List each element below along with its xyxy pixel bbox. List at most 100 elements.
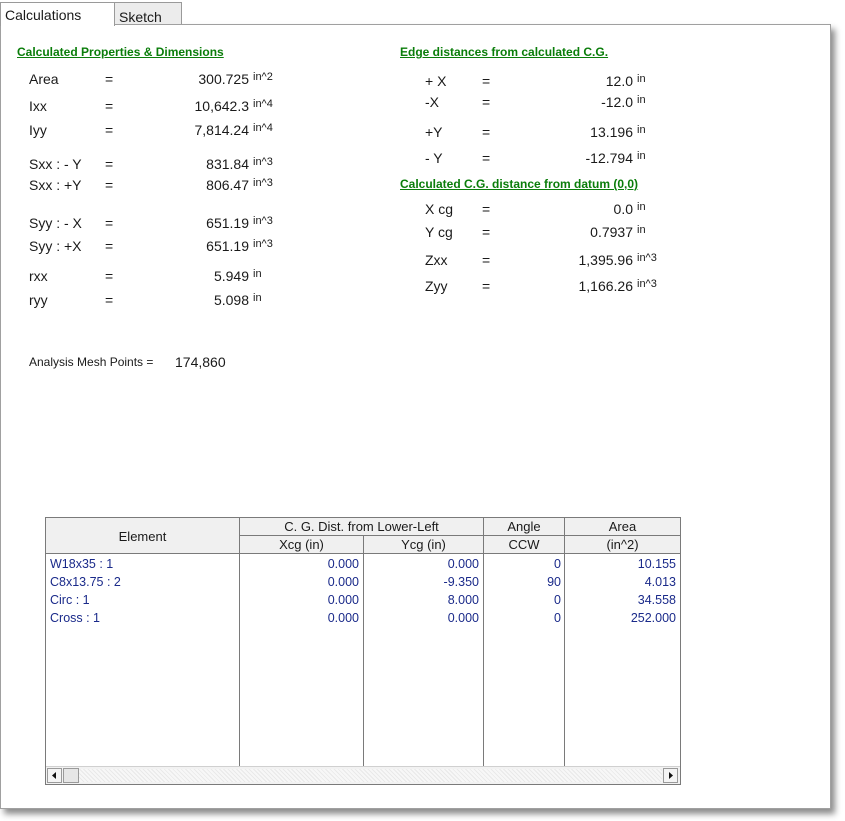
- header-divider: [46, 553, 680, 554]
- table-row[interactable]: W18x35 : 1 0.000 0.000 0 10.155: [46, 556, 680, 574]
- arrow-left-icon: [52, 772, 56, 779]
- property-value: 651.19: [206, 215, 249, 231]
- tab-calculations[interactable]: Calculations: [0, 2, 115, 26]
- property-label: Syy : +X: [29, 238, 82, 254]
- property-value: 831.84: [206, 156, 249, 172]
- scroll-thumb[interactable]: [63, 768, 79, 783]
- property-unit: in: [253, 268, 262, 280]
- cell-element: C8x13.75 : 2: [50, 575, 121, 589]
- cell-element: W18x35 : 1: [50, 557, 114, 571]
- cell-ycg: 0.000: [447, 611, 479, 625]
- table-row[interactable]: Circ : 1 0.000 8.000 0 34.558: [46, 592, 680, 610]
- equals-sign: =: [105, 71, 114, 87]
- cg-distance-value: 1,166.26: [578, 278, 634, 294]
- property-unit: in: [253, 292, 262, 304]
- property-value: 5.098: [213, 292, 249, 308]
- edge-distance-label: +Y: [425, 124, 443, 140]
- cell-ycg: -9.350: [443, 575, 479, 589]
- cell-ycg: 0.000: [447, 557, 479, 571]
- equals-sign: =: [482, 278, 491, 294]
- table-row[interactable]: Cross : 1 0.000 0.000 0 252.000: [46, 610, 680, 628]
- cg-distance-unit: in^3: [637, 252, 657, 264]
- cg-distance-unit: in^3: [637, 278, 657, 290]
- header-cg-group: C. G. Dist. from Lower-Left: [240, 518, 483, 535]
- header-xcg[interactable]: Xcg (in): [240, 536, 363, 553]
- property-label: rxx: [29, 268, 48, 284]
- property-unit: in^4: [253, 98, 273, 110]
- equals-sign: =: [482, 73, 491, 89]
- property-label: Syy : - X: [29, 215, 82, 231]
- equals-sign: =: [105, 122, 114, 138]
- cell-area: 4.013: [644, 575, 676, 589]
- edge-distances-heading: Edge distances from calculated C.G.: [400, 45, 609, 59]
- scroll-track[interactable]: [79, 769, 662, 782]
- header-angle[interactable]: Angle: [484, 518, 564, 535]
- header-divider: [240, 535, 680, 536]
- properties-heading: Calculated Properties & Dimensions: [17, 45, 224, 59]
- mesh-points-label: Analysis Mesh Points =: [29, 355, 154, 369]
- edge-distance-value: -12.0: [601, 94, 633, 110]
- cell-xcg: 0.000: [327, 575, 359, 589]
- cell-xcg: 0.000: [327, 593, 359, 607]
- cg-distance-value: 0.7937: [590, 224, 633, 240]
- cell-xcg: 0.000: [327, 611, 359, 625]
- header-area-sub: (in^2): [565, 536, 680, 553]
- cg-datum-heading: Calculated C.G. distance from datum (0,0…: [400, 177, 639, 191]
- cell-ycg: 8.000: [447, 593, 479, 607]
- cell-area: 34.558: [637, 593, 676, 607]
- arrow-right-icon: [669, 772, 673, 779]
- equals-sign: =: [482, 201, 491, 217]
- property-label: Area: [29, 71, 59, 87]
- edge-distance-unit: in: [637, 94, 646, 106]
- equals-sign: =: [482, 94, 491, 110]
- cell-area: 10.155: [637, 557, 676, 571]
- equals-sign: =: [482, 252, 491, 268]
- edge-distance-label: + X: [425, 73, 447, 89]
- scroll-right-button[interactable]: [663, 768, 678, 783]
- equals-sign: =: [105, 268, 114, 284]
- edge-distance-value: 12.0: [605, 73, 633, 89]
- horizontal-scrollbar[interactable]: [46, 766, 680, 784]
- cg-distance-unit: in: [637, 224, 646, 236]
- cg-distance-label: Y cg: [425, 224, 453, 240]
- tab-sketch[interactable]: Sketch: [114, 2, 182, 25]
- cg-distance-label: Zyy: [425, 278, 448, 294]
- property-label: ryy: [29, 292, 48, 308]
- cg-distance-value: 1,395.96: [578, 252, 634, 268]
- cell-xcg: 0.000: [327, 557, 359, 571]
- equals-sign: =: [105, 156, 114, 172]
- property-value: 300.725: [198, 71, 249, 87]
- edge-distance-label: -X: [425, 94, 439, 110]
- header-ycg[interactable]: Ycg (in): [364, 536, 483, 553]
- cell-element: Circ : 1: [50, 593, 90, 607]
- equals-sign: =: [105, 177, 114, 193]
- property-unit: in^2: [253, 71, 273, 83]
- cell-area: 252.000: [630, 611, 676, 625]
- equals-sign: =: [105, 238, 114, 254]
- mesh-points-value: 174,860: [175, 354, 226, 370]
- property-label: Iyy: [29, 122, 47, 138]
- equals-sign: =: [105, 292, 114, 308]
- header-angle-sub: CCW: [484, 536, 564, 553]
- equals-sign: =: [105, 98, 114, 114]
- cg-distance-label: X cg: [425, 201, 454, 217]
- header-element[interactable]: Element: [46, 518, 239, 553]
- cell-angle: 0: [554, 557, 561, 571]
- table-row[interactable]: C8x13.75 : 2 0.000 -9.350 90 4.013: [46, 574, 680, 592]
- cg-distance-value: 0.0: [613, 201, 633, 217]
- equals-sign: =: [482, 124, 491, 140]
- elements-table: Element C. G. Dist. from Lower-Left Xcg …: [45, 517, 681, 785]
- property-label: Sxx : - Y: [29, 156, 82, 172]
- scroll-left-button[interactable]: [47, 768, 62, 783]
- cell-angle: 90: [547, 575, 561, 589]
- edge-distance-label: - Y: [425, 150, 443, 166]
- edge-distance-unit: in: [637, 150, 646, 162]
- edge-distance-value: 13.196: [590, 124, 633, 140]
- property-value: 7,814.24: [194, 122, 250, 138]
- property-unit: in^3: [253, 238, 273, 250]
- property-value: 651.19: [206, 238, 249, 254]
- header-area[interactable]: Area: [565, 518, 680, 535]
- property-value: 5.949: [213, 268, 249, 284]
- edge-distance-unit: in: [637, 124, 646, 136]
- equals-sign: =: [482, 224, 491, 240]
